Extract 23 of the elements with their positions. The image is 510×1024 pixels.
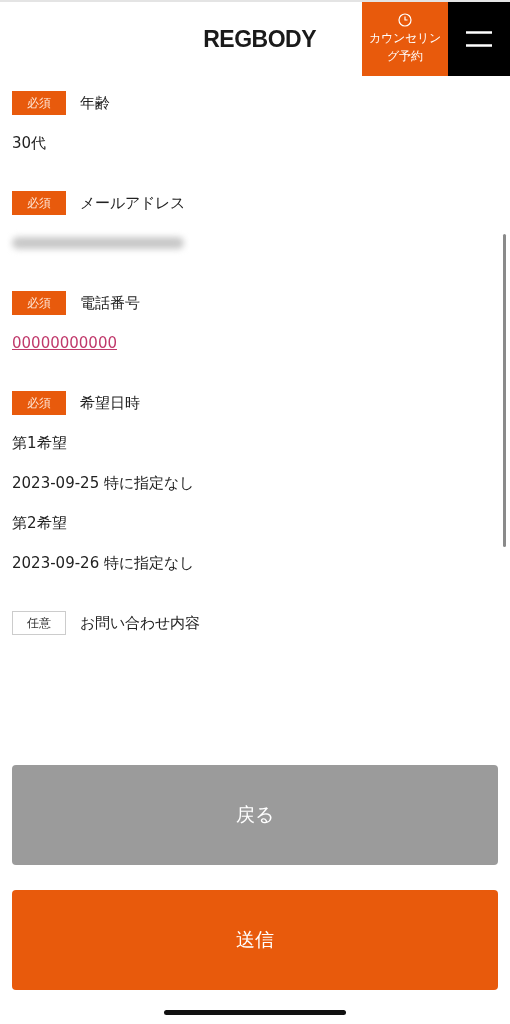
field-label: 年齢 (80, 93, 110, 113)
field-value: 2023-09-25 特に指定なし (12, 472, 195, 494)
optional-tag: 任意 (12, 611, 66, 635)
field-value: 30代 (12, 132, 48, 154)
booking-button[interactable]: カウンセリング予約 (362, 2, 448, 76)
menu-button[interactable] (448, 2, 510, 76)
field-value: 2023-09-26 特に指定なし (12, 552, 195, 574)
submit-button[interactable]: 送信 (12, 890, 498, 990)
required-tag: 必須 (12, 291, 66, 315)
phone-link[interactable]: 00000000000 (12, 334, 117, 352)
required-tag: 必須 (12, 391, 66, 415)
field-label: 電話番号 (80, 293, 140, 313)
field-label: メールアドレス (80, 193, 185, 213)
field-label: 希望日時 (80, 393, 140, 413)
field-value: 第1希望 (12, 432, 68, 454)
field-value: 第2希望 (12, 512, 68, 534)
required-tag: 必須 (12, 191, 66, 215)
required-tag: 必須 (12, 91, 66, 115)
menu-icon (466, 31, 492, 47)
back-button[interactable]: 戻る (12, 765, 498, 865)
logo[interactable]: REGBODY (203, 25, 316, 53)
clock-icon (398, 13, 412, 27)
field-label: お問い合わせ内容 (80, 613, 200, 633)
